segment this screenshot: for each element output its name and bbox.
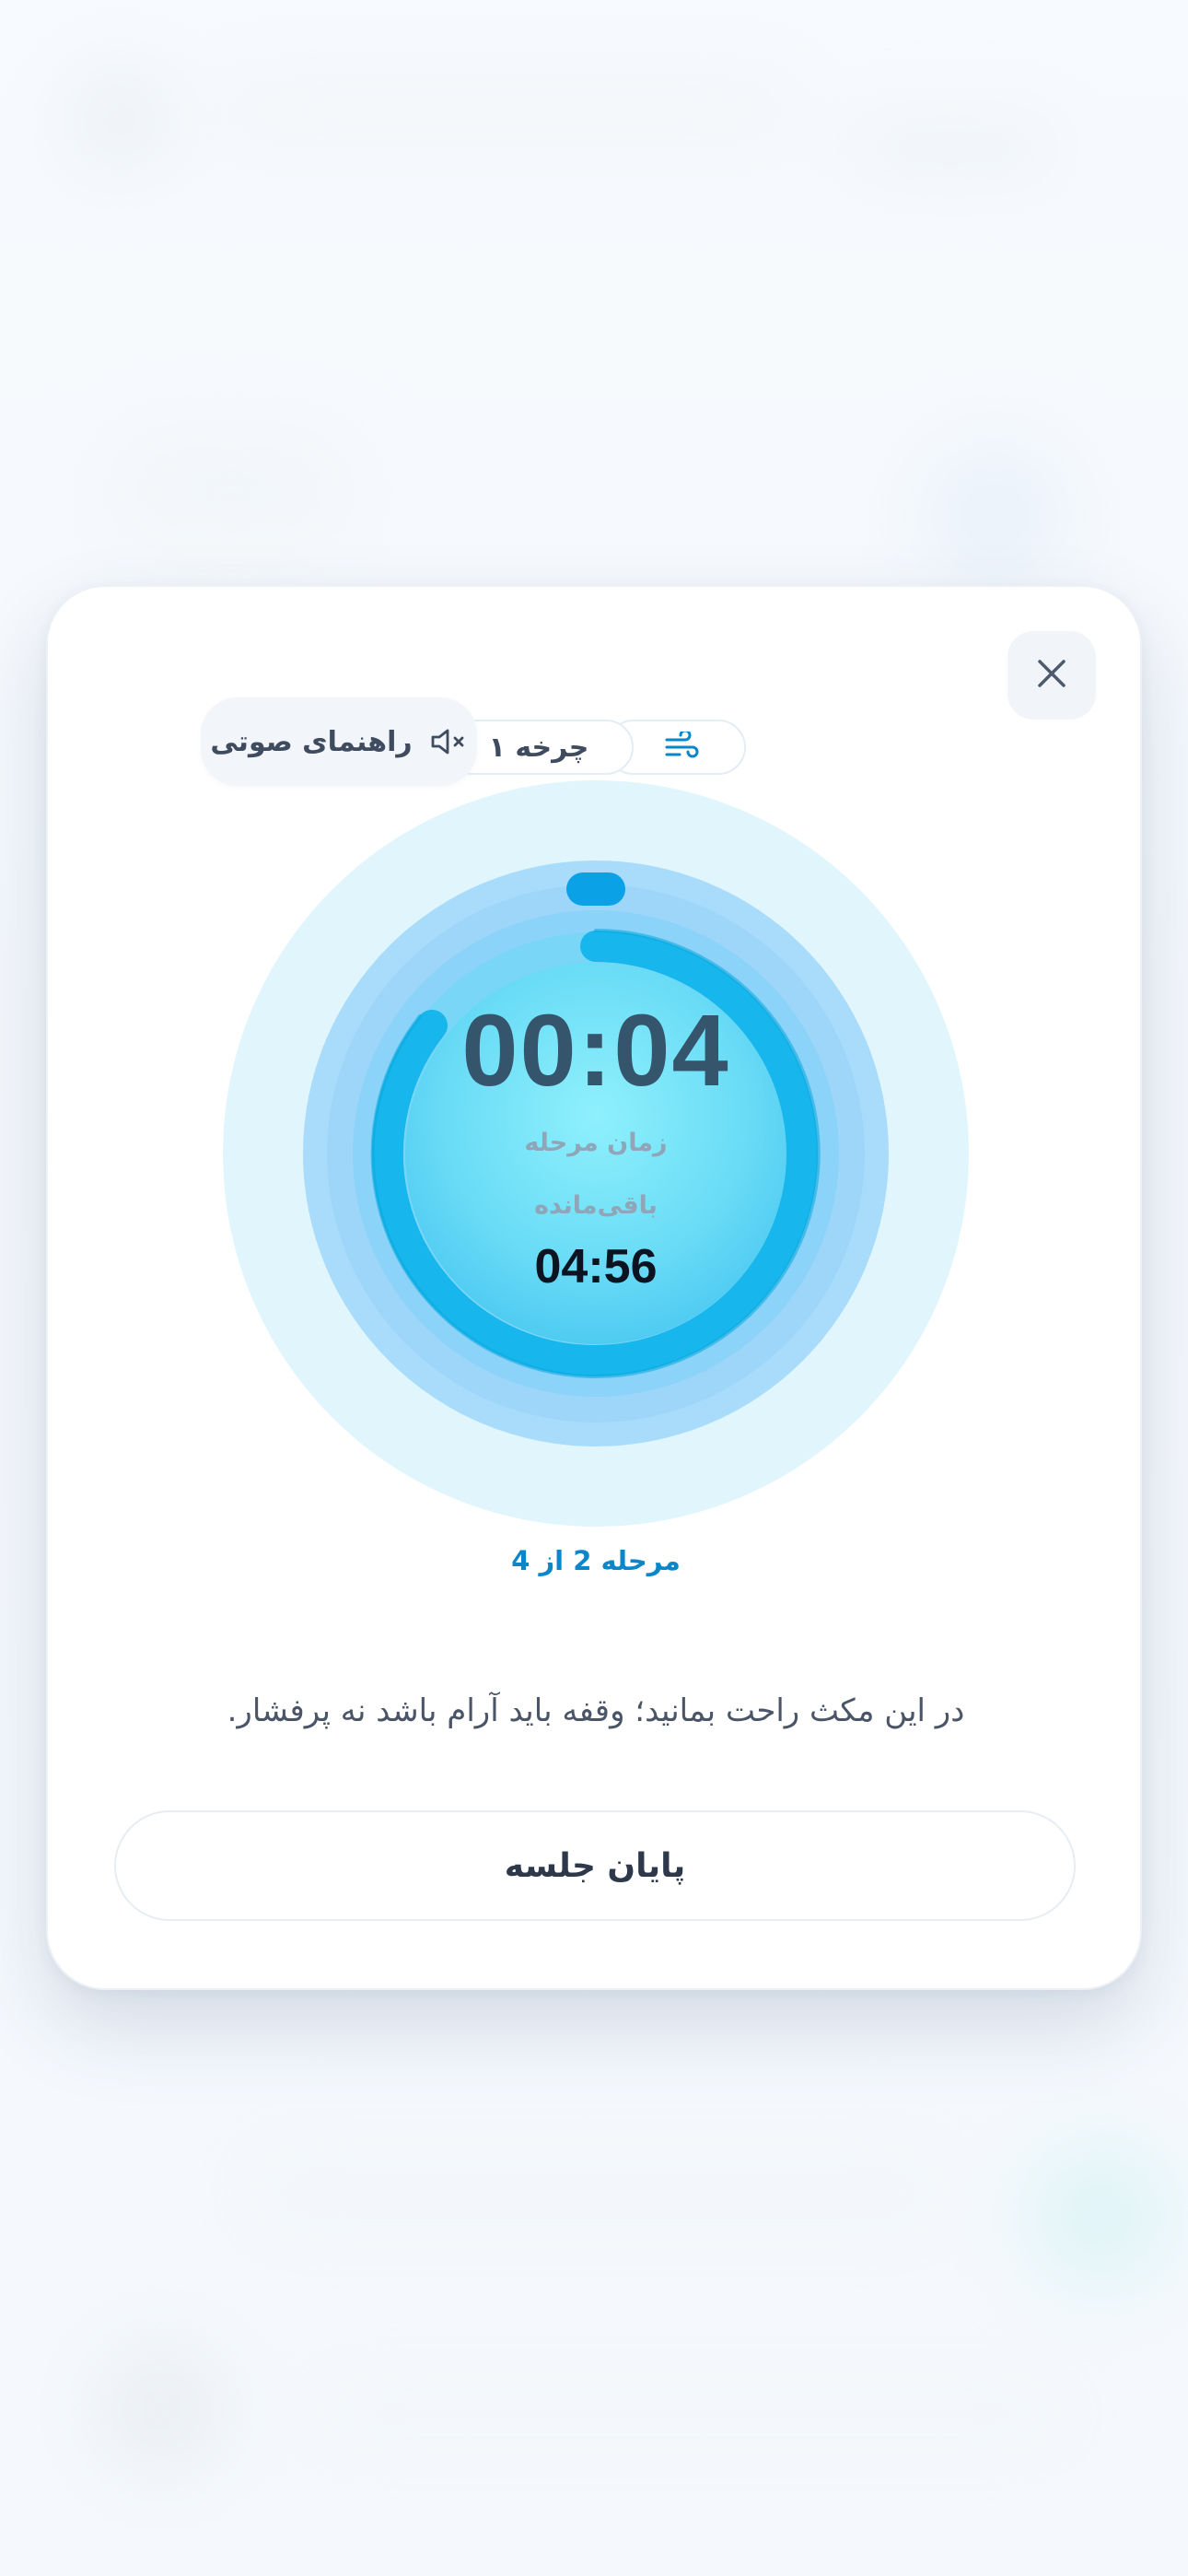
voice-guide-toggle[interactable]: راهنمای صوتی (201, 697, 477, 786)
phase-time-label: زمان مرحله (524, 1129, 668, 1157)
wind-icon (663, 732, 700, 763)
breathing-session-modal: چرخه ۱ راهنمای صوتی 00:04 زمان مرحله باق… (46, 585, 1142, 1990)
cycle-label: چرخه ۱ (488, 731, 589, 764)
close-button[interactable] (1007, 631, 1096, 720)
end-session-button[interactable]: پایان جلسه (114, 1810, 1076, 1921)
breathing-dial: 00:04 زمان مرحله باقی‌مانده 04:56 (223, 780, 969, 1527)
remaining-label: باقی‌مانده (534, 1191, 658, 1220)
step-indicator: مرحله 2 از 4 (511, 1545, 681, 1576)
close-icon (1035, 657, 1068, 694)
remaining-time: 04:56 (534, 1240, 658, 1294)
phase-time: 00:04 (461, 994, 730, 1107)
end-session-label: پایان جلسه (504, 1846, 686, 1885)
instruction-text: در این مکث راحت بمانید؛ وقفه باید آرام ب… (227, 1692, 965, 1729)
speaker-mute-icon (429, 726, 468, 757)
voice-guide-label: راهنمای صوتی (210, 725, 413, 758)
